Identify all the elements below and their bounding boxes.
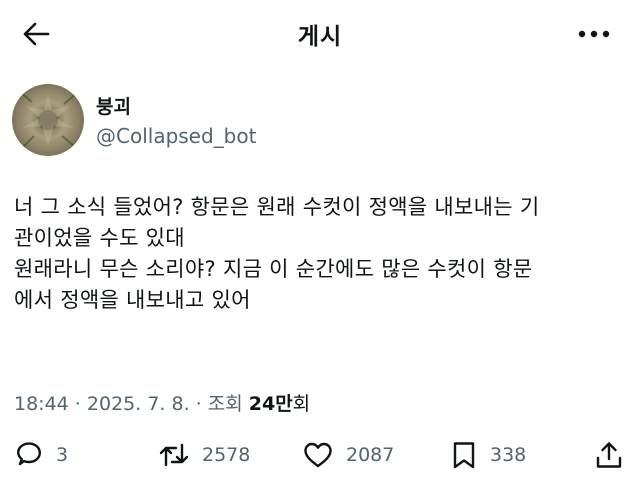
- tweet-text: 너 그 소식 들었어? 항문은 원래 수컷이 정액을 내보내는 기 관이었을 수…: [14, 195, 540, 312]
- top-bar: 게시: [0, 0, 640, 66]
- bookmark-button[interactable]: 338: [450, 437, 526, 473]
- retweet-count: 2578: [202, 444, 251, 466]
- reply-count: 3: [56, 444, 69, 466]
- tweet-metadata: 18:44 · 2025. 7. 8. · 조회 24만회: [14, 389, 310, 416]
- more-options-button[interactable]: [572, 20, 616, 48]
- meta-separator: ·: [68, 393, 87, 415]
- bookmark-count: 338: [490, 444, 527, 466]
- page-title: 게시: [297, 24, 343, 50]
- display-name[interactable]: 붕괴: [96, 92, 131, 119]
- meta-separator: ·: [189, 393, 208, 415]
- views-prefix: 조회: [207, 393, 249, 415]
- retweet-button[interactable]: 2578: [158, 437, 250, 473]
- user-handle[interactable]: @Collapsed_bot: [96, 124, 256, 148]
- tweet-time[interactable]: 18:44: [14, 393, 69, 415]
- speech-bubble-icon: [17, 442, 41, 466]
- views-count: 24만: [248, 393, 293, 415]
- more-horizontal-icon: [578, 30, 610, 38]
- heart-icon: [304, 442, 332, 468]
- retweet-icon: [159, 443, 189, 467]
- like-button[interactable]: 2087: [302, 437, 394, 473]
- bookmark-icon: [453, 442, 475, 469]
- avatar[interactable]: [12, 84, 84, 156]
- share-upload-icon: [596, 442, 622, 468]
- action-bar: 3 2578 2087 338: [0, 437, 640, 473]
- views-suffix: 회: [292, 393, 311, 415]
- tweet-date[interactable]: 2025. 7. 8.: [87, 393, 190, 415]
- share-button[interactable]: [594, 437, 624, 473]
- reply-button[interactable]: 3: [14, 437, 68, 473]
- like-count: 2087: [346, 444, 395, 466]
- avatar-image: [12, 84, 84, 156]
